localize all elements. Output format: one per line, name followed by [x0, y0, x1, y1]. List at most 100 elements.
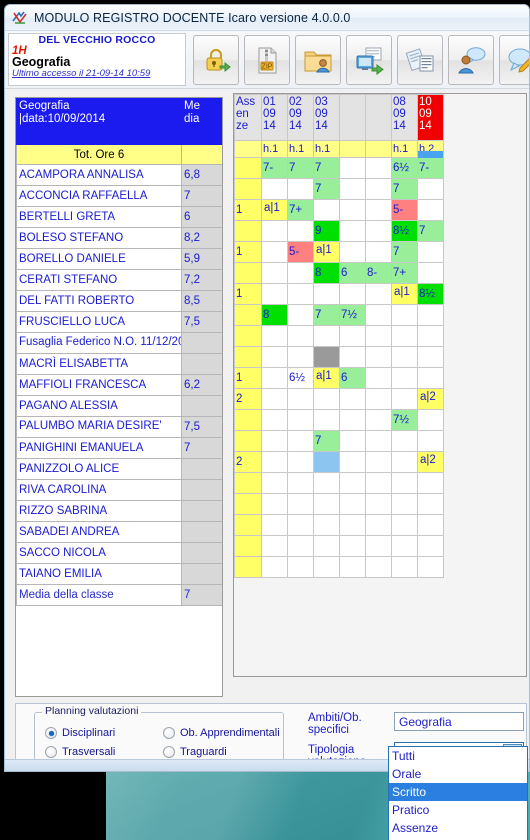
student-row[interactable]: Media della classe 7: [16, 584, 222, 606]
grid-cell[interactable]: [417, 304, 444, 326]
dropdown-option[interactable]: Tutti: [389, 747, 527, 765]
grid-cell[interactable]: [287, 514, 314, 536]
grid-cell[interactable]: 7+: [391, 262, 418, 284]
grid-cell[interactable]: [234, 220, 262, 242]
grid-cell[interactable]: 7: [313, 157, 340, 179]
grid-col-header-d0209[interactable]: 02 09 14: [287, 94, 314, 141]
grid-cell[interactable]: [339, 388, 366, 410]
grid-cell[interactable]: [313, 472, 340, 494]
grid-cell[interactable]: [313, 556, 340, 578]
grid-cell[interactable]: [234, 514, 262, 536]
grid-cell[interactable]: [365, 388, 392, 410]
student-row[interactable]: ACCONCIA RAFFAELLA 7: [16, 185, 222, 207]
grid-cell[interactable]: 6½: [287, 367, 314, 389]
grid-cell[interactable]: [417, 199, 444, 221]
grid-cell[interactable]: [417, 556, 444, 578]
grid-cell[interactable]: [261, 241, 288, 263]
grid-cell[interactable]: 7½: [339, 304, 366, 326]
grid-cell[interactable]: [261, 451, 288, 473]
grid-cell[interactable]: [287, 535, 314, 557]
grid-cell[interactable]: 6: [339, 262, 366, 284]
grid-cell[interactable]: 7: [391, 178, 418, 200]
grid-cell[interactable]: [234, 430, 262, 452]
grid-cell[interactable]: [313, 493, 340, 515]
grid-cell[interactable]: [287, 430, 314, 452]
grid-col-header-e2[interactable]: [365, 94, 392, 141]
student-row[interactable]: PALUMBO MARIA DESIRE' 7,5: [16, 416, 222, 438]
grid-cell[interactable]: 9: [313, 220, 340, 242]
grid-cell[interactable]: a|1: [391, 283, 418, 305]
grid-cell[interactable]: [339, 283, 366, 305]
grid-cell[interactable]: [339, 178, 366, 200]
grid-cell[interactable]: [313, 514, 340, 536]
grid-cell[interactable]: [261, 262, 288, 284]
grid-cell[interactable]: [417, 514, 444, 536]
grid-cell[interactable]: [261, 346, 288, 368]
grid-cell[interactable]: [339, 556, 366, 578]
grid-cell[interactable]: [313, 409, 340, 431]
grid-col-header-d0109[interactable]: 01 09 14: [261, 94, 288, 141]
grid-cell[interactable]: 2: [234, 388, 262, 410]
students-panel[interactable]: Geografia |data:10/09/2014 Me dia Tot. Ore…: [15, 97, 223, 697]
grid-cell[interactable]: [391, 430, 418, 452]
grid-cell[interactable]: [417, 367, 444, 389]
dropdown-option[interactable]: Assenze: [389, 819, 527, 837]
grid-cell[interactable]: [287, 556, 314, 578]
grid-cell[interactable]: [339, 430, 366, 452]
grid-col-header-e1[interactable]: [339, 94, 366, 141]
grid-cell[interactable]: [313, 325, 340, 347]
grid-cell[interactable]: [261, 556, 288, 578]
grid-cell[interactable]: [234, 325, 262, 347]
grid-col-header-d0309[interactable]: 03 09 14: [313, 94, 340, 141]
student-row[interactable]: TAIANO EMILIA: [16, 563, 222, 585]
grid-cell[interactable]: 8½: [391, 220, 418, 242]
grid-cell[interactable]: [287, 346, 314, 368]
student-row[interactable]: Fusaglia Federico N.O. 11/12/2013: [16, 332, 222, 354]
grid-cell[interactable]: 5-: [287, 241, 314, 263]
grid-cell[interactable]: [391, 556, 418, 578]
grid-cell[interactable]: [365, 346, 392, 368]
grid-cell[interactable]: 7: [313, 430, 340, 452]
grid-cell[interactable]: [261, 178, 288, 200]
grid-cell[interactable]: [365, 304, 392, 326]
radio-traguardi[interactable]: Traguardi: [163, 746, 227, 758]
grid-cell[interactable]: a|1: [313, 367, 340, 389]
student-row[interactable]: SACCO NICOLA: [16, 542, 222, 564]
grid-cell[interactable]: 1: [234, 241, 262, 263]
grid-cell[interactable]: [391, 514, 418, 536]
comment-edit-button[interactable]: [499, 34, 529, 85]
grid-cell[interactable]: [261, 220, 288, 242]
grid-cell[interactable]: [287, 283, 314, 305]
grid-cell[interactable]: [234, 556, 262, 578]
grid-cell[interactable]: [261, 493, 288, 515]
student-row[interactable]: PANIGHINI EMANUELA 7: [16, 437, 222, 459]
grid-cell[interactable]: [287, 325, 314, 347]
tipologia-dropdown-list[interactable]: TuttiOraleScrittoPraticoAssenzeOsservazi…: [388, 746, 528, 840]
grid-cell[interactable]: [417, 346, 444, 368]
ambiti-value-field[interactable]: Geografia: [394, 712, 524, 731]
dropdown-option[interactable]: Pratico: [389, 801, 527, 819]
zip-export-button[interactable]: ZIP: [244, 34, 290, 85]
grid-cell[interactable]: [287, 262, 314, 284]
grid-cell[interactable]: 8: [313, 262, 340, 284]
grid-cell[interactable]: [339, 220, 366, 242]
student-row[interactable]: MACRÌ ELISABETTA: [16, 353, 222, 375]
grid-cell[interactable]: 7½: [391, 409, 418, 431]
user-comment-button[interactable]: [448, 34, 494, 85]
grid-cell[interactable]: [365, 409, 392, 431]
grid-cell[interactable]: [417, 493, 444, 515]
grid-col-header-assenze[interactable]: Ass en ze: [234, 94, 262, 141]
grid-col-header-d1009[interactable]: 10 09 14: [417, 94, 444, 141]
grid-cell[interactable]: 7: [417, 220, 444, 242]
grid-cell[interactable]: [417, 409, 444, 431]
grid-cell[interactable]: [365, 367, 392, 389]
grid-cell[interactable]: 1: [234, 283, 262, 305]
grid-cell[interactable]: [313, 535, 340, 557]
grid-cell[interactable]: [391, 451, 418, 473]
grid-cell[interactable]: [339, 451, 366, 473]
grid-cell[interactable]: a|1: [261, 199, 288, 221]
student-row[interactable]: CERATI STEFANO 7,2: [16, 269, 222, 291]
grid-cell[interactable]: [339, 493, 366, 515]
grid-cell[interactable]: [261, 325, 288, 347]
grid-cell[interactable]: [391, 472, 418, 494]
